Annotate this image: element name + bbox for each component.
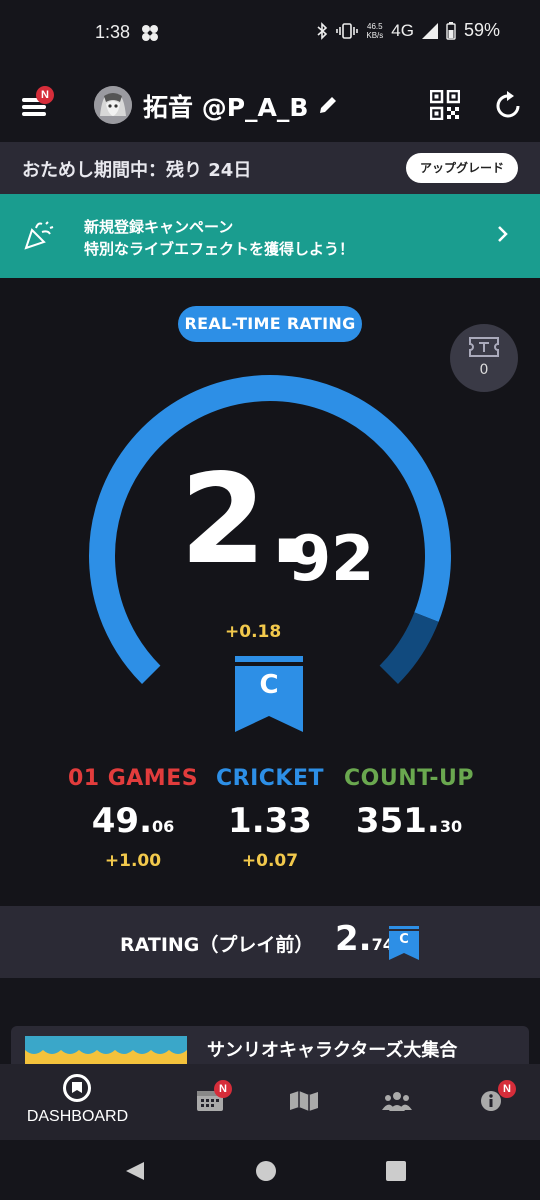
map-icon [290,1091,318,1111]
pre-rating-class-letter: C [399,932,409,947]
rating-delta: +0.18 [225,622,282,642]
battery-icon [446,21,456,40]
stat-value-small: 06 [151,817,175,836]
refresh-icon[interactable] [495,90,523,120]
spacer [0,978,540,1028]
stat-label: CRICKET [216,766,324,791]
party-popper-icon [24,221,54,250]
nav-calendar[interactable]: N [180,1064,240,1140]
class-letter: C [259,670,279,700]
menu-icon-line [22,112,46,116]
event-banner-image [25,1036,187,1066]
signal-icon [421,22,438,39]
trial-banner: おためし期間中：残り 24日 アップグレード [0,142,540,194]
stat-delta [334,851,484,873]
qr-code-icon[interactable] [430,90,460,120]
menu-button[interactable]: N [22,86,54,116]
rating-decimal: 92 [288,522,375,595]
class-flag: C [235,656,303,732]
bottom-navigation: DASHBOARD N N [0,1064,540,1140]
stat-count-up: COUNT-UP 351.30 [334,766,484,873]
fan-icon [142,25,158,41]
pre-rating-class-flag: C [389,926,419,960]
stat-delta: +1.00 [104,851,162,871]
event-banner-title: サンリオキャラクターズ大集合 [207,1040,458,1061]
stat-value-main: 49. [91,801,152,841]
stat-value: 49.06 [58,801,208,841]
status-bar: 1:38 46.5 KB/s 4G 59% [0,0,540,70]
campaign-title: 新規登録キャンペーン [84,218,234,236]
campaign-subtitle: 特別なライブエフェクトを獲得しよう！ [84,240,355,258]
avatar[interactable] [94,86,132,124]
home-icon[interactable] [255,1160,277,1182]
edit-pencil-icon[interactable] [318,95,338,115]
event-banner-card[interactable]: サンリオキャラクターズ大集合 [11,1026,529,1066]
pre-play-rating-bar: RATING（プレイ前） 2.74 C [0,906,540,978]
app-header: N 拓音 @P_A_B [0,70,540,142]
nav-friends[interactable] [368,1064,428,1140]
cat-avatar-icon [94,86,132,124]
stat-label: COUNT-UP [343,766,475,791]
calendar-notification-badge: N [214,1080,232,1098]
nav-dashboard-label: DASHBOARD [26,1108,129,1125]
stat-value: 1.33 [195,801,345,841]
pre-rating-label: RATING（プレイ前） [120,934,314,956]
info-notification-badge: N [498,1080,516,1098]
nav-info[interactable]: N [462,1064,522,1140]
bluetooth-icon [317,21,328,40]
pre-rating-value: 2.74 [335,922,394,956]
stat-value: 351.30 [334,801,484,841]
stat-value-small: 30 [439,817,463,836]
stat-label: 01 GAMES [67,766,199,791]
striped-awning-image [25,1036,187,1066]
recents-icon[interactable] [386,1161,406,1181]
dashboard-icon [63,1074,91,1102]
dashboard-board-glyph [72,1082,82,1093]
status-icons: 46.5 KB/s 4G 59% [316,20,500,41]
stat-delta: +0.07 [241,851,299,871]
network-type: 4G [391,20,414,40]
rating-gauge-remaining-arc [379,612,439,684]
nav-dashboard[interactable]: DASHBOARD [0,1064,155,1140]
campaign-banner[interactable]: 新規登録キャンペーン 特別なライブエフェクトを獲得しよう！ [0,194,540,278]
stat-value-main: 351. [355,801,440,841]
stat-cricket: CRICKET 1.33 +0.07 [195,766,345,873]
stat-value-main: 1.33 [228,801,312,841]
upgrade-button[interactable]: アップグレード [406,153,518,183]
network-speed: 46.5 KB/s [366,22,383,40]
chevron-right-icon [498,226,508,242]
rating-section: REAL-TIME RATING 0 2. 92 +0.18 C 01 GAME… [0,278,540,906]
friends-icon [382,1092,412,1111]
nav-map[interactable] [275,1064,335,1140]
ticket-icon [469,337,499,357]
status-time: 1:38 [95,22,131,42]
stat-01-games: 01 GAMES 49.06 +1.00 [58,766,208,873]
pre-rating-value-main: 2. [335,919,372,959]
screen: 1:38 46.5 KB/s 4G 59% N 拓音 @P_A_B おためし期間… [0,0,540,1200]
network-speed-value: 46.5 [367,21,383,31]
menu-notification-badge: N [36,86,54,104]
back-icon[interactable] [124,1160,146,1182]
vibrate-icon [336,22,359,39]
system-navigation [0,1140,540,1200]
trial-remaining-text: おためし期間中：残り 24日 [22,160,252,181]
real-time-rating-label: REAL-TIME RATING [178,306,362,342]
battery-percent: 59% [463,20,500,40]
network-speed-unit: KB/s [366,30,384,40]
menu-icon-line [22,105,46,109]
username: 拓音 @P_A_B [143,93,309,122]
